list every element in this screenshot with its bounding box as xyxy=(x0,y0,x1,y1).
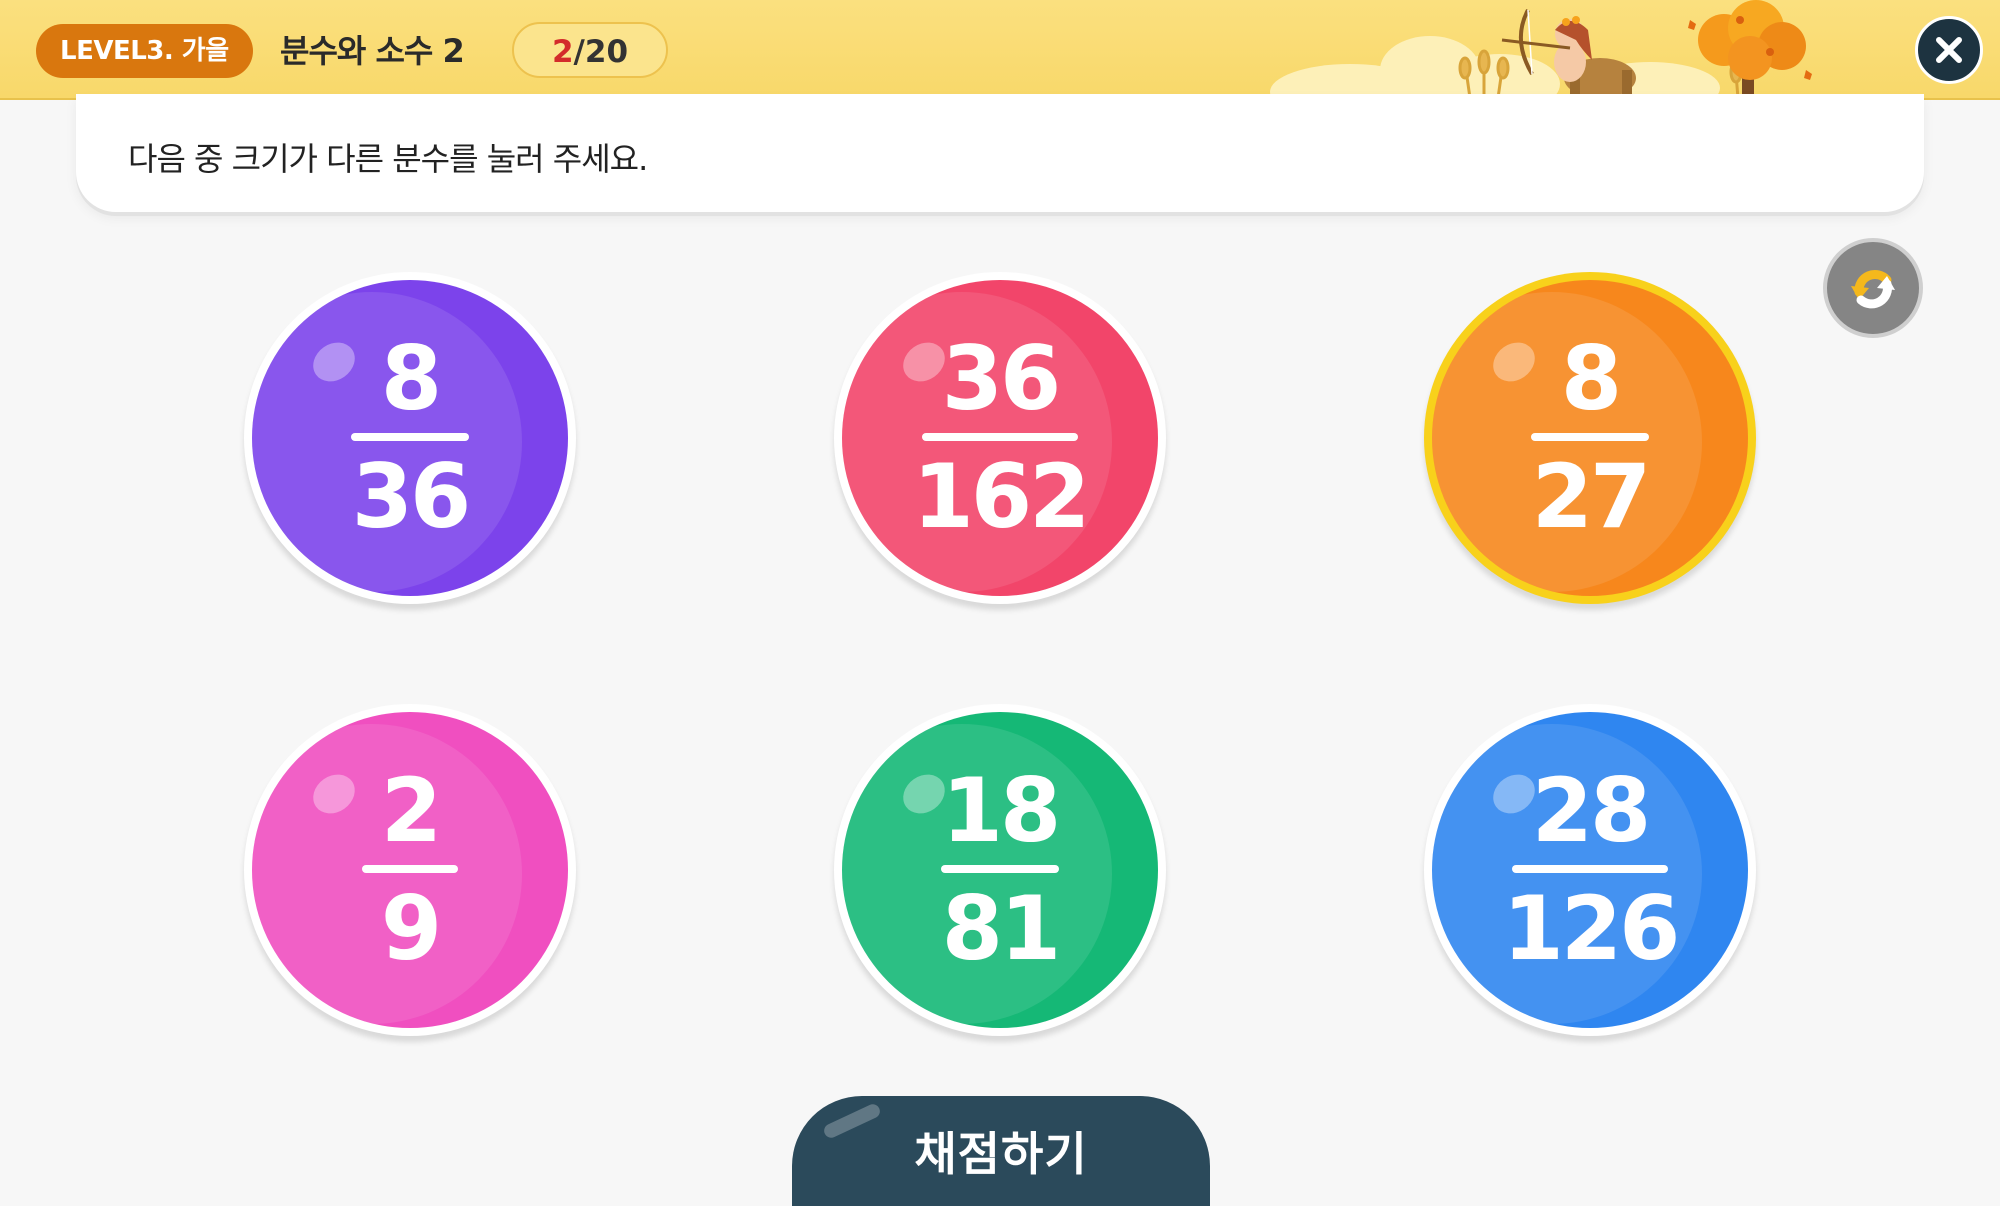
numerator: 28 xyxy=(1531,759,1651,862)
fraction: 8 27 xyxy=(1432,280,1748,596)
level-badge: LEVEL3. 가을 xyxy=(36,24,253,78)
denominator: 162 xyxy=(912,445,1091,548)
fraction-bar xyxy=(1512,865,1668,873)
grade-button[interactable]: 채점하기 xyxy=(792,1096,1210,1206)
choice-ball-4[interactable]: 2 9 xyxy=(244,704,576,1036)
denominator: 27 xyxy=(1531,445,1651,548)
autumn-illustration xyxy=(1270,0,1812,98)
numerator: 8 xyxy=(380,327,442,430)
choice-ball-5[interactable]: 18 81 xyxy=(834,704,1166,1036)
top-header: LEVEL3. 가을 분수와 소수 2 2/20 xyxy=(0,0,2000,100)
choice-ball-1[interactable]: 8 36 xyxy=(244,272,576,604)
numerator: 36 xyxy=(941,327,1061,430)
progress-counter: 2/20 xyxy=(512,22,668,78)
numerator: 18 xyxy=(941,759,1061,862)
numerator: 8 xyxy=(1560,327,1622,430)
fraction-bar xyxy=(922,433,1078,441)
ball-face: 8 27 xyxy=(1432,280,1748,596)
close-icon xyxy=(1936,37,1962,63)
fraction: 8 36 xyxy=(252,280,568,596)
ball-face: 8 36 xyxy=(252,280,568,596)
choice-ball-6[interactable]: 28 126 xyxy=(1424,704,1756,1036)
grade-button-label: 채점하기 xyxy=(914,1127,1088,1181)
fraction: 28 126 xyxy=(1432,712,1748,1028)
fraction: 36 162 xyxy=(842,280,1158,596)
ball-face: 28 126 xyxy=(1432,712,1748,1028)
topic-title: 분수와 소수 2 xyxy=(280,32,465,70)
fraction-bar xyxy=(362,865,458,873)
fraction: 2 9 xyxy=(252,712,568,1028)
progress-current: 2 xyxy=(551,34,574,70)
denominator: 9 xyxy=(380,877,442,980)
choice-ball-2[interactable]: 36 162 xyxy=(834,272,1166,604)
close-button[interactable] xyxy=(1915,16,1983,84)
fraction-bar xyxy=(351,433,469,441)
choice-ball-3[interactable]: 8 27 xyxy=(1424,272,1756,604)
refresh-button[interactable] xyxy=(1823,238,1923,338)
ball-face: 36 162 xyxy=(842,280,1158,596)
question-text: 다음 중 크기가 다른 분수를 눌러 주세요. xyxy=(128,140,648,178)
ball-face: 2 9 xyxy=(252,712,568,1028)
numerator: 2 xyxy=(380,759,442,862)
fraction-bar xyxy=(941,865,1059,873)
button-gloss xyxy=(821,1101,883,1141)
denominator: 126 xyxy=(1502,877,1681,980)
question-card: 다음 중 크기가 다른 분수를 눌러 주세요. xyxy=(76,94,1924,212)
refresh-icon xyxy=(1851,270,1895,309)
denominator: 81 xyxy=(941,877,1061,980)
fraction-bar xyxy=(1531,433,1649,441)
denominator: 36 xyxy=(351,445,471,548)
ball-face: 18 81 xyxy=(842,712,1158,1028)
fraction: 18 81 xyxy=(842,712,1158,1028)
progress-total: /20 xyxy=(573,34,629,70)
